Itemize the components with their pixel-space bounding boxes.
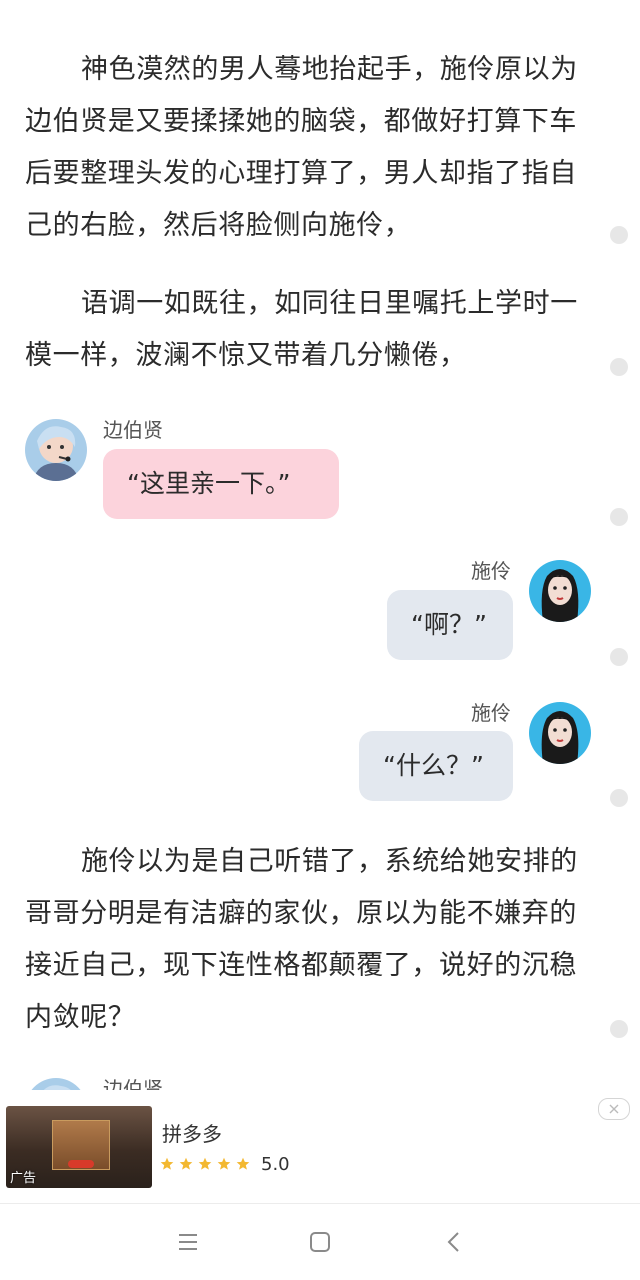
ad-title[interactable]: 拼多多: [162, 1118, 222, 1147]
avatar-shi-ling[interactable]: [529, 702, 591, 764]
ad-banner[interactable]: 广告 拼多多 5.0: [0, 1096, 640, 1196]
reader-page: 神色漠然的男人蓦地抬起手，施伶原以为边伯贤是又要揉揉她的脑袋，都做好打算下车后要…: [0, 0, 640, 1280]
avatar-bian-boxian[interactable]: [25, 1078, 87, 1090]
star-icon: [217, 1157, 231, 1170]
ad-close-button[interactable]: [598, 1098, 630, 1120]
home-button[interactable]: [304, 1226, 336, 1258]
ad-thumbnail[interactable]: 广告: [6, 1106, 152, 1188]
star-icon: [236, 1157, 250, 1170]
ad-rating-stars: 5.0: [160, 1153, 290, 1175]
reading-area[interactable]: 神色漠然的男人蓦地抬起手，施伶原以为边伯贤是又要揉揉她的脑袋，都做好打算下车后要…: [0, 0, 640, 1090]
back-chevron-icon: [447, 1232, 459, 1252]
paragraph-comment-marker[interactable]: [610, 358, 628, 376]
speaker-name: 边伯贤: [103, 1077, 163, 1090]
system-navigation-bar: [0, 1203, 640, 1280]
speaker-name: 施伶: [471, 559, 511, 583]
paragraph-comment-marker[interactable]: [610, 789, 628, 807]
avatar-shi-ling[interactable]: [529, 560, 591, 622]
menu-button[interactable]: [172, 1226, 204, 1258]
chat-bubble: “什么？”: [359, 731, 513, 801]
paragraph-comment-marker[interactable]: [610, 226, 628, 244]
avatar-bian-boxian[interactable]: [25, 419, 87, 481]
close-icon: [609, 1104, 619, 1114]
speaker-name: 施伶: [471, 701, 511, 725]
chat-bubble: “这里亲一下。”: [103, 449, 339, 519]
star-icon: [198, 1157, 212, 1170]
story-paragraph: 语调一如既往，如同往日里嘱托上学时一模一样，波澜不惊又带着几分懒倦，: [25, 288, 578, 371]
paragraph-comment-marker[interactable]: [610, 648, 628, 666]
home-square-icon: [310, 1232, 330, 1252]
star-icon: [179, 1157, 193, 1170]
paragraph-comment-marker[interactable]: [610, 1020, 628, 1038]
story-paragraph: 施伶以为是自己听错了，系统给她安排的哥哥分明是有洁癖的家伙，原以为能不嫌弃的接近…: [25, 846, 578, 1033]
chat-bubble: “啊？”: [387, 590, 513, 660]
paragraph-comment-marker[interactable]: [610, 508, 628, 526]
menu-icon: [179, 1234, 197, 1250]
back-button[interactable]: [438, 1226, 470, 1258]
story-paragraph: 神色漠然的男人蓦地抬起手，施伶原以为边伯贤是又要揉揉她的脑袋，都做好打算下车后要…: [25, 54, 578, 241]
star-icon: [160, 1157, 174, 1170]
ad-rating-value: 5.0: [261, 1153, 290, 1175]
ad-label: 广告: [10, 1171, 37, 1186]
speaker-name: 边伯贤: [103, 418, 163, 442]
